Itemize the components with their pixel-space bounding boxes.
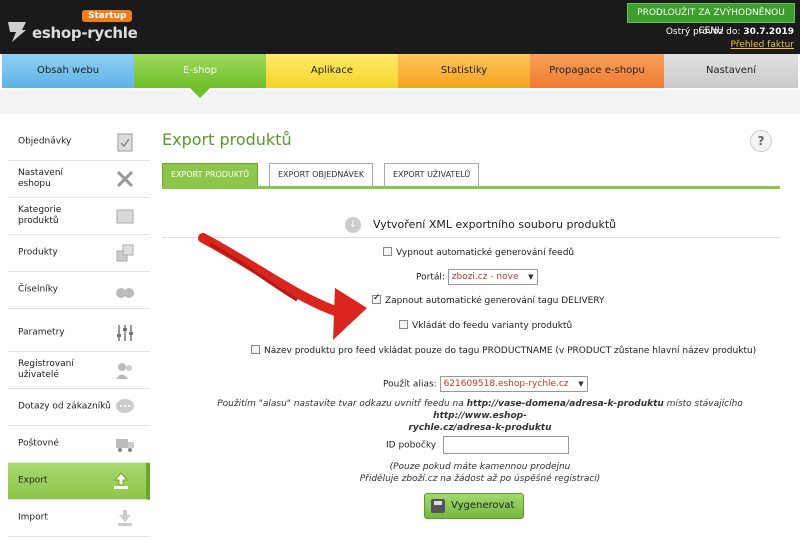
download-icon xyxy=(118,510,132,526)
portal-select[interactable]: zbozi.cz - nove xyxy=(447,269,538,285)
truck-icon xyxy=(116,439,134,452)
sidebar-item-label: Poštovné xyxy=(18,438,59,449)
alias-select[interactable]: 621609518.eshop-rychle.cz xyxy=(439,376,588,392)
sidebar-item-kategorie[interactable]: Kategorie produktů xyxy=(8,198,150,235)
alias-label: Použít alias: xyxy=(383,379,437,390)
delivery-row: Zapnout automatické generování tagu DELI… xyxy=(372,293,605,306)
disable-auto-row: Vypnout automatické generování feedů xyxy=(383,247,574,258)
variants-label: Vkládát do feedu varianty produktů xyxy=(412,321,573,331)
portal-row: Portál: zbozi.cz - nove xyxy=(416,269,538,285)
generate-label: Vygenerovat xyxy=(451,500,515,511)
page-title: Export produktů xyxy=(162,130,292,149)
boxes-icon xyxy=(116,244,134,262)
sidebar-item-label: Registrovaní uživatelé xyxy=(18,359,74,380)
sidebar-item-label: Dotazy od zákazníků xyxy=(18,401,111,412)
id-pobocky-input[interactable] xyxy=(442,436,569,454)
logo-mark-icon xyxy=(8,22,26,42)
alias-note-old-url: http://www.eshop- xyxy=(433,411,527,421)
tab-aplikace[interactable]: Aplikace xyxy=(266,54,398,88)
variants-row: Vkládát do feedu varianty produktů xyxy=(399,320,572,331)
active-tab-pointer xyxy=(190,88,210,98)
section-title: Vytvoření XML exportního souboru produkt… xyxy=(373,218,617,231)
live-until: Ostrý provoz do: 30.7.2019 xyxy=(666,27,794,37)
variants-checkbox[interactable] xyxy=(399,320,408,329)
top-bar: eshop-rychle Startup PRODLOUŽIT ZA ZVÝHO… xyxy=(0,0,800,54)
tab-propagace[interactable]: Propagace e-shopu xyxy=(530,54,664,88)
live-until-date: 30.7.2019 xyxy=(743,27,794,37)
sidebar-item-label: Nastavení eshopu xyxy=(18,168,64,189)
alias-note-1: Použitím "alasu" nastavíte tvar odkazu u… xyxy=(217,399,464,409)
logo-text: eshop-rychle xyxy=(32,24,138,42)
alias-row: Použít alias: 621609518.eshop-rychle.cz xyxy=(383,376,588,392)
id-note-1: (Pouze pokud máte kamennou prodejnu xyxy=(389,462,571,472)
logo[interactable]: eshop-rychle Startup xyxy=(6,8,156,48)
sidebar-item-objednavky[interactable]: Objednávky xyxy=(8,124,150,161)
upgrade-button[interactable]: PRODLOUŽIT ZA ZVÝHODNĚNOU CENU xyxy=(627,3,795,36)
sidebar-item-nastaveni-eshopu[interactable]: Nastavení eshopu xyxy=(8,161,150,198)
subtab-export-uzivatelu[interactable]: EXPORT UŽIVATELŮ xyxy=(384,163,480,187)
sidebar-item-label: Objednávky xyxy=(18,136,72,147)
users-icon xyxy=(116,363,132,379)
disable-auto-checkbox[interactable] xyxy=(383,247,392,256)
generate-button[interactable]: Vygenerovat xyxy=(424,493,524,519)
tab-nastaveni[interactable]: Nastavení xyxy=(664,54,798,88)
subheader-strip xyxy=(0,90,800,114)
subtab-export-objednavek[interactable]: EXPORT OBJEDNÁVEK xyxy=(269,163,374,187)
binoculars-icon xyxy=(116,288,134,298)
sidebar: Objednávky Nastavení eshopu Kategorie pr… xyxy=(8,124,150,537)
id-note: (Pouze pokud máte kamennou prodejnu Přid… xyxy=(280,461,680,485)
disable-auto-label: Vypnout automatické generování feedů xyxy=(396,248,575,258)
subtab-export-produktu[interactable]: EXPORT PRODUKTŮ xyxy=(162,163,259,187)
tab-statistiky[interactable]: Statistiky xyxy=(398,54,530,88)
id-row: ID pobočky xyxy=(386,436,569,454)
alias-note-new-url: http://vase-domena/adresa-k-produktu xyxy=(466,399,664,409)
sidebar-item-dotazy[interactable]: Dotazy od zákazníků xyxy=(8,389,150,426)
sidebar-item-label: Import xyxy=(18,512,48,523)
sidebar-item-label: Produkty xyxy=(18,247,58,258)
sidebar-item-postovne[interactable]: Poštovné xyxy=(8,426,150,463)
id-note-2: Přiděluje zboží.cz na žádost až po úspěš… xyxy=(359,474,601,484)
annotation-arrow-icon xyxy=(198,233,367,340)
sidebar-item-label: Číselníky xyxy=(18,284,58,295)
delivery-label: Zapnout automatické generování tagu DELI… xyxy=(385,296,605,306)
sliders-icon xyxy=(117,325,133,341)
sidebar-item-parametry[interactable]: Parametry xyxy=(8,315,150,352)
folder-icon xyxy=(116,209,134,224)
sidebar-item-registrovani[interactable]: Registrovaní uživatelé xyxy=(8,352,150,389)
save-disk-icon xyxy=(431,499,445,513)
main-nav: Obsah webu E-shop Aplikace Statistiky Pr… xyxy=(0,54,800,90)
sidebar-item-ciselniky[interactable]: Číselníky xyxy=(8,272,150,309)
upload-icon xyxy=(113,472,129,489)
subtab-underline xyxy=(162,186,780,189)
sidebar-item-label: Export xyxy=(18,475,48,486)
invoices-link[interactable]: Přehled faktur xyxy=(731,40,794,50)
sidebar-item-import[interactable]: Import xyxy=(8,500,150,537)
sidebar-item-export[interactable]: Export xyxy=(8,463,150,500)
tools-icon xyxy=(116,170,134,188)
alias-note: Použitím "alasu" nastavíte tvar odkazu u… xyxy=(190,398,770,434)
delivery-checkbox[interactable] xyxy=(372,293,381,304)
plan-badge: Startup xyxy=(82,10,133,22)
live-until-label: Ostrý provoz do: xyxy=(665,27,741,37)
alias-note-2: místo stávajícího xyxy=(666,399,743,409)
sidebar-item-produkty[interactable]: Produkty xyxy=(8,235,150,272)
alias-note-old-url-2: rychle.cz/adresa-k-produktu xyxy=(408,423,552,433)
portal-label: Portál: xyxy=(416,272,445,283)
chat-icon xyxy=(116,399,134,413)
id-label: ID pobočky xyxy=(386,440,437,451)
tab-obsah-webu[interactable]: Obsah webu xyxy=(2,54,134,88)
clipboard-icon xyxy=(117,133,133,152)
sidebar-item-label: Parametry xyxy=(18,327,65,338)
help-button[interactable]: ? xyxy=(750,130,772,152)
sidebar-item-label: Kategorie produktů xyxy=(18,205,62,226)
tab-eshop[interactable]: E-shop xyxy=(134,54,266,88)
